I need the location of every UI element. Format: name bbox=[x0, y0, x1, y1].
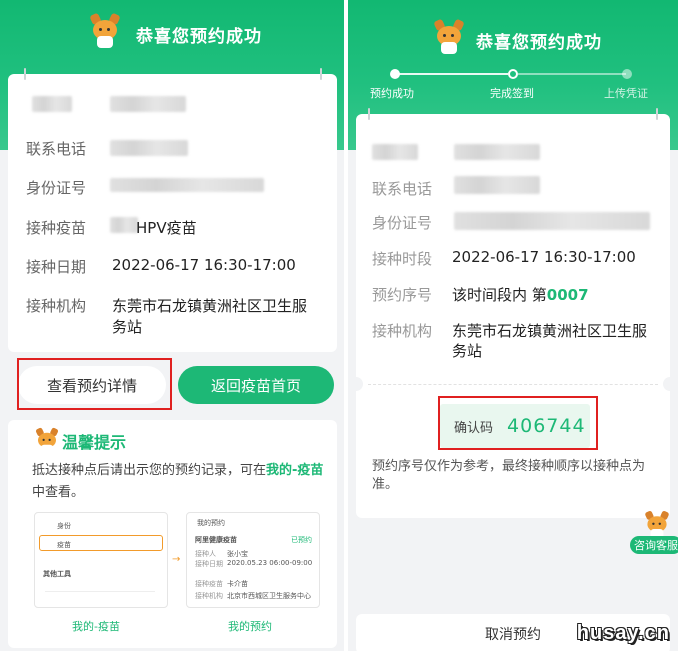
highlight-box-details bbox=[17, 358, 172, 410]
r-label-id-card: 身份证号 bbox=[372, 214, 433, 232]
phone-value-blurred bbox=[110, 140, 188, 156]
mini-screen-my-appointment: 我的预约 阿里健康疫苗 已预约 接种人 张小宝 接种日期 2020.05.23 … bbox=[186, 512, 320, 608]
r-name-label-blurred bbox=[372, 144, 418, 160]
left-panel: 恭喜您预约成功 联系电话 身份证号 接种疫苗 HPV疫苗 接种日期 2022-0… bbox=[0, 0, 344, 651]
caption-my-vaccine: 我的-疫苗 bbox=[72, 620, 120, 633]
id-value-blurred bbox=[110, 178, 264, 192]
label-date: 接种日期 bbox=[26, 258, 87, 276]
r-label-seq: 预约序号 bbox=[372, 286, 433, 304]
vaccine-value: HPV疫苗 bbox=[136, 219, 197, 237]
r-name-value-blurred bbox=[454, 144, 540, 160]
label-org: 接种机构 bbox=[26, 297, 87, 315]
back-home-button[interactable]: 返回疫苗首页 bbox=[178, 366, 334, 404]
sequence-note: 预约序号仅作为参考，最终接种顺序以接种点为准。 bbox=[372, 459, 646, 492]
tip-mascot-icon bbox=[34, 427, 60, 454]
mascot-icon bbox=[88, 12, 122, 48]
screenshot-root: 恭喜您预约成功 联系电话 身份证号 接种疫苗 HPV疫苗 接种日期 2022-0… bbox=[0, 0, 678, 651]
r-label-time: 接种时段 bbox=[372, 250, 433, 268]
right-mascot-icon bbox=[432, 18, 466, 54]
step-label-1: 预约成功 bbox=[370, 87, 414, 100]
progress-steps: 预约成功 完成签到 上传凭证 bbox=[348, 69, 678, 110]
left-info-card: 联系电话 身份证号 接种疫苗 HPV疫苗 接种日期 2022-06-17 16:… bbox=[8, 68, 337, 352]
step-label-2: 完成签到 bbox=[490, 87, 534, 100]
service-label: 咨询客服 bbox=[630, 536, 678, 554]
mini-screen-my-vaccine: 身份 疫苗 其他工具 bbox=[34, 512, 168, 608]
step-current-icon bbox=[508, 69, 518, 79]
label-phone: 联系电话 bbox=[26, 140, 87, 158]
highlight-box-code bbox=[438, 396, 598, 450]
tip-title: 温馨提示 bbox=[62, 433, 127, 452]
name-value-blurred bbox=[110, 96, 186, 112]
org-value-line1: 东莞市石龙镇黄洲社区卫生服 bbox=[112, 297, 308, 315]
date-value: 2022-06-17 16:30-17:00 bbox=[112, 256, 296, 274]
vaccine-prefix-blurred bbox=[110, 217, 138, 233]
r-id-blurred bbox=[454, 212, 650, 230]
step-done-icon bbox=[390, 69, 400, 79]
tip-text: 抵达接种点后请出示您的预约记录，可在我的-疫苗 中查看。 bbox=[32, 463, 324, 500]
watermark: husay.cn bbox=[576, 622, 670, 644]
r-time-value: 2022-06-17 16:30-17:00 bbox=[452, 248, 636, 266]
r-phone-blurred bbox=[454, 176, 540, 194]
customer-service-button[interactable]: 咨询客服 bbox=[630, 510, 678, 556]
step-pending-icon bbox=[622, 69, 632, 79]
tip-link[interactable]: 我的-疫苗 bbox=[266, 463, 323, 478]
r-label-org: 接种机构 bbox=[372, 322, 433, 340]
r-org-line1: 东莞市石龙镇黄洲社区卫生服 bbox=[452, 322, 648, 340]
right-panel: 恭喜您预约成功 预约成功 完成签到 上传凭证 联系电话 身份证号 接种时段 20… bbox=[344, 0, 678, 651]
org-value-line2: 务站 bbox=[112, 318, 143, 336]
label-vaccine: 接种疫苗 bbox=[26, 219, 87, 237]
divider bbox=[368, 384, 658, 385]
name-label-blurred bbox=[32, 96, 72, 112]
caption-my-appointment: 我的预约 bbox=[228, 620, 272, 633]
label-id-card: 身份证号 bbox=[26, 179, 87, 197]
right-info-card: 联系电话 身份证号 接种时段 2022-06-17 16:30-17:00 预约… bbox=[349, 108, 677, 518]
r-seq-value: 该时间段内 第0007 bbox=[452, 286, 589, 304]
r-org-line2: 务站 bbox=[452, 342, 483, 360]
step-label-3: 上传凭证 bbox=[604, 87, 648, 100]
tip-card: 温馨提示 抵达接种点后请出示您的预约记录，可在我的-疫苗 中查看。 身份 疫苗 其… bbox=[8, 420, 337, 648]
arrow-icon: → bbox=[172, 554, 181, 565]
service-mascot-icon bbox=[643, 510, 670, 539]
left-header-title: 恭喜您预约成功 bbox=[136, 27, 262, 47]
right-header-title: 恭喜您预约成功 bbox=[476, 33, 602, 53]
r-label-phone: 联系电话 bbox=[372, 180, 433, 198]
